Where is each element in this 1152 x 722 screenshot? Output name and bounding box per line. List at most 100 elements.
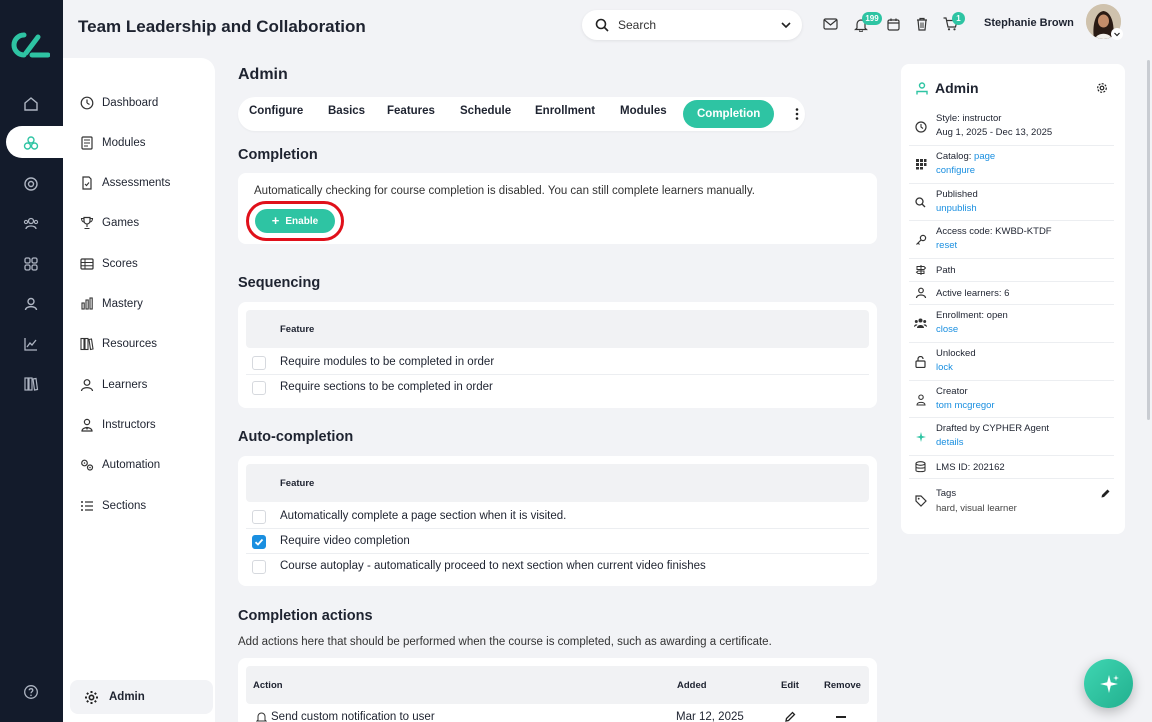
person-icon <box>914 286 927 299</box>
sidebar-item-learners[interactable]: Learners <box>79 375 147 395</box>
courses-icon[interactable] <box>19 131 43 155</box>
apps-icon[interactable] <box>19 252 43 276</box>
edit-tags-icon[interactable] <box>1100 488 1111 499</box>
settings-gear-icon[interactable] <box>1096 82 1108 94</box>
remove-column-header: Remove <box>824 680 861 691</box>
users-icon[interactable] <box>19 212 43 236</box>
cart-badge: 1 <box>952 12 965 25</box>
configure-link[interactable]: configure <box>936 165 975 176</box>
analytics-icon[interactable] <box>19 332 43 356</box>
sequencing-checkbox-2[interactable] <box>252 381 266 395</box>
assessments-icon <box>79 175 95 191</box>
panel-row-label: LMS ID: 202162 <box>936 462 1005 473</box>
panel-row-path: Path <box>909 259 1114 282</box>
mastery-icon <box>79 296 95 312</box>
actions-heading: Completion actions <box>238 608 373 624</box>
target-icon[interactable] <box>19 172 43 196</box>
lock-link[interactable]: lock <box>936 362 953 373</box>
tab-configure[interactable]: Configure <box>249 105 303 117</box>
panel-row-tags: Tags hard, visual learner <box>909 479 1114 519</box>
sidebar-item-modules[interactable]: Modules <box>79 133 145 153</box>
calendar-icon[interactable] <box>884 15 902 33</box>
sidebar-admin-label: Admin <box>109 691 145 703</box>
remove-icon[interactable] <box>836 716 846 718</box>
sidebar-item-dashboard[interactable]: Dashboard <box>79 93 158 113</box>
admin-tabs: Configure Basics Features Schedule Enrol… <box>238 97 805 131</box>
panel-row-creator: Creator tom mcgregor <box>909 381 1114 418</box>
sidebar-item-label: Scores <box>102 258 138 270</box>
profile-icon[interactable] <box>19 292 43 316</box>
creator-link[interactable]: tom mcgregor <box>936 400 995 411</box>
scrollbar[interactable] <box>1147 60 1150 420</box>
table-row: Course autoplay - automatically proceed … <box>246 554 869 579</box>
edit-column-header: Edit <box>781 680 799 691</box>
panel-row-label: Active learners: 6 <box>936 288 1010 299</box>
feature-column-header: Feature <box>280 324 315 335</box>
more-options-icon[interactable] <box>795 108 799 120</box>
row-label: Require modules to be completed in order <box>280 356 495 368</box>
user-name[interactable]: Stephanie Brown <box>984 17 1074 29</box>
autocomplete-checkbox-1[interactable] <box>252 510 266 524</box>
search-icon <box>914 196 927 209</box>
sparkle-icon <box>914 430 927 443</box>
dashboard-icon <box>79 95 95 111</box>
panel-row-label: Enrollment: open <box>936 310 1008 321</box>
page-title: Team Leadership and Collaboration <box>78 17 366 36</box>
catalog-page-link[interactable]: page <box>974 151 995 162</box>
sequencing-checkbox-1[interactable] <box>252 356 266 370</box>
completion-heading: Completion <box>238 147 318 163</box>
tab-modules[interactable]: Modules <box>620 105 667 117</box>
tab-enrollment[interactable]: Enrollment <box>535 105 595 117</box>
details-link[interactable]: details <box>936 437 963 448</box>
key-icon <box>914 233 927 246</box>
sidebar-item-scores[interactable]: Scores <box>79 254 138 274</box>
help-icon[interactable] <box>19 680 43 704</box>
sidebar-item-mastery[interactable]: Mastery <box>79 294 143 314</box>
home-icon[interactable] <box>19 92 43 116</box>
panel-row-access-code: Access code: KWBD-KTDF reset <box>909 221 1114 259</box>
sidebar-item-automation[interactable]: Automation <box>79 455 160 475</box>
sidebar-item-resources[interactable]: Resources <box>79 334 157 354</box>
panel-row-catalog: Catalog: page configure <box>909 146 1114 184</box>
search-input[interactable]: Search <box>618 18 656 32</box>
mail-icon[interactable] <box>821 15 839 33</box>
sequencing-heading: Sequencing <box>238 275 321 291</box>
chevron-down-icon[interactable] <box>780 19 792 31</box>
trash-icon[interactable] <box>913 15 931 33</box>
reset-link[interactable]: reset <box>936 240 957 251</box>
close-link[interactable]: close <box>936 324 958 335</box>
sections-icon <box>79 498 95 514</box>
autocomplete-checkbox-2[interactable] <box>252 535 266 549</box>
tab-completion[interactable]: Completion <box>683 100 775 128</box>
app-logo[interactable] <box>10 31 50 59</box>
automation-icon <box>79 457 95 473</box>
sidebar-item-sections[interactable]: Sections <box>79 496 146 516</box>
sidebar-item-instructors[interactable]: Instructors <box>79 415 156 435</box>
pencil-icon[interactable] <box>784 711 796 722</box>
sidebar-item-label: Mastery <box>102 298 143 310</box>
tab-basics[interactable]: Basics <box>328 105 365 117</box>
admin-panel: Admin Style: instructor Aug 1, 2025 - De… <box>901 64 1125 534</box>
library-icon[interactable] <box>19 372 43 396</box>
enable-button[interactable]: + Enable <box>255 209 335 233</box>
autocomplete-checkbox-3[interactable] <box>252 560 266 574</box>
table-header: Action Added Edit Remove <box>246 666 869 704</box>
sidebar-item-assessments[interactable]: Assessments <box>79 173 170 193</box>
top-bar: Team Leadership and Collaboration Search… <box>63 0 1152 58</box>
ai-assistant-button[interactable] <box>1084 659 1133 708</box>
trophy-icon <box>79 215 95 231</box>
sidebar: Dashboard Modules Assessments Games Scor… <box>63 58 215 722</box>
sidebar-item-games[interactable]: Games <box>79 213 139 233</box>
row-label: Course autoplay - automatically proceed … <box>280 560 706 572</box>
tab-features[interactable]: Features <box>387 105 435 117</box>
tab-schedule[interactable]: Schedule <box>460 105 511 117</box>
search-box[interactable]: Search <box>582 10 802 40</box>
learners-icon <box>79 377 95 393</box>
unpublish-link[interactable]: unpublish <box>936 203 977 214</box>
account-chevron-icon[interactable] <box>1111 28 1123 40</box>
sidebar-item-label: Sections <box>102 500 147 512</box>
completion-message: Automatically checking for course comple… <box>254 185 755 197</box>
panel-row-label: Style: instructor <box>936 113 1002 124</box>
sidebar-item-admin[interactable]: Admin <box>70 680 213 714</box>
action-added: Mar 12, 2025 <box>676 711 744 722</box>
